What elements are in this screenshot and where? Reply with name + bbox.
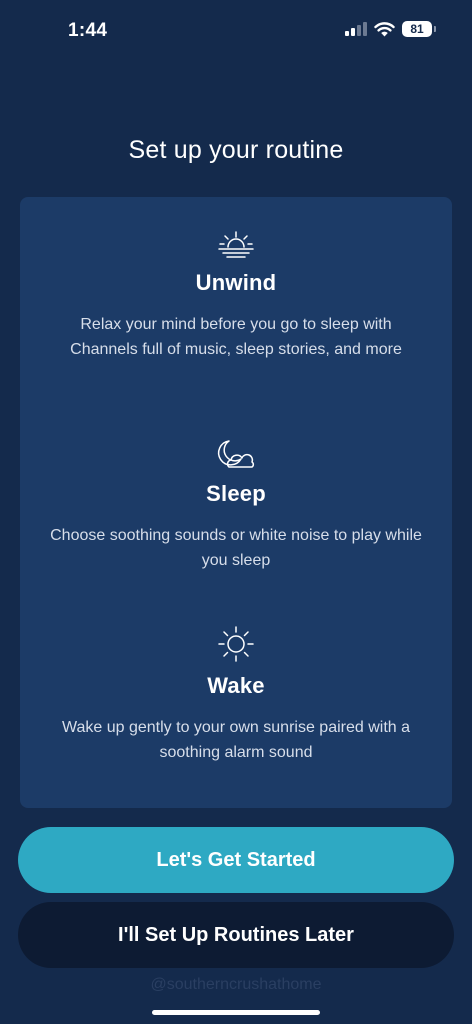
status-bar: 1:44 81 xyxy=(0,0,472,64)
moon-cloud-icon xyxy=(217,440,255,468)
routine-card: Unwind Relax your mind before you go to … xyxy=(20,197,452,808)
section-description: Choose soothing sounds or white noise to… xyxy=(50,527,422,569)
status-indicators: 81 xyxy=(345,21,436,37)
cellular-signal-icon xyxy=(345,22,367,36)
wifi-icon xyxy=(374,21,395,36)
section-wake: Wake Wake up gently to your own sunrise … xyxy=(20,625,452,765)
section-title: Unwind xyxy=(195,270,277,295)
section-title: Wake xyxy=(207,673,265,698)
page-title: Set up your routine xyxy=(128,136,344,164)
battery-level: 81 xyxy=(410,22,424,36)
home-indicator[interactable] xyxy=(152,1010,320,1015)
sun-icon xyxy=(218,626,254,662)
section-title: Sleep xyxy=(206,481,266,506)
section-sleep: Sleep Choose soothing sounds or white no… xyxy=(20,437,452,573)
section-description: Relax your mind before you go to sleep w… xyxy=(70,316,402,358)
get-started-button[interactable]: Let's Get Started xyxy=(18,827,454,893)
sunset-icon xyxy=(218,231,254,258)
setup-later-button[interactable]: I'll Set Up Routines Later xyxy=(18,902,454,968)
section-unwind: Unwind Relax your mind before you go to … xyxy=(20,230,452,362)
watermark: @southerncrushathome xyxy=(150,976,322,993)
battery-icon: 81 xyxy=(402,21,436,37)
section-description: Wake up gently to your own sunrise paire… xyxy=(61,719,411,761)
status-time: 1:44 xyxy=(68,20,108,41)
